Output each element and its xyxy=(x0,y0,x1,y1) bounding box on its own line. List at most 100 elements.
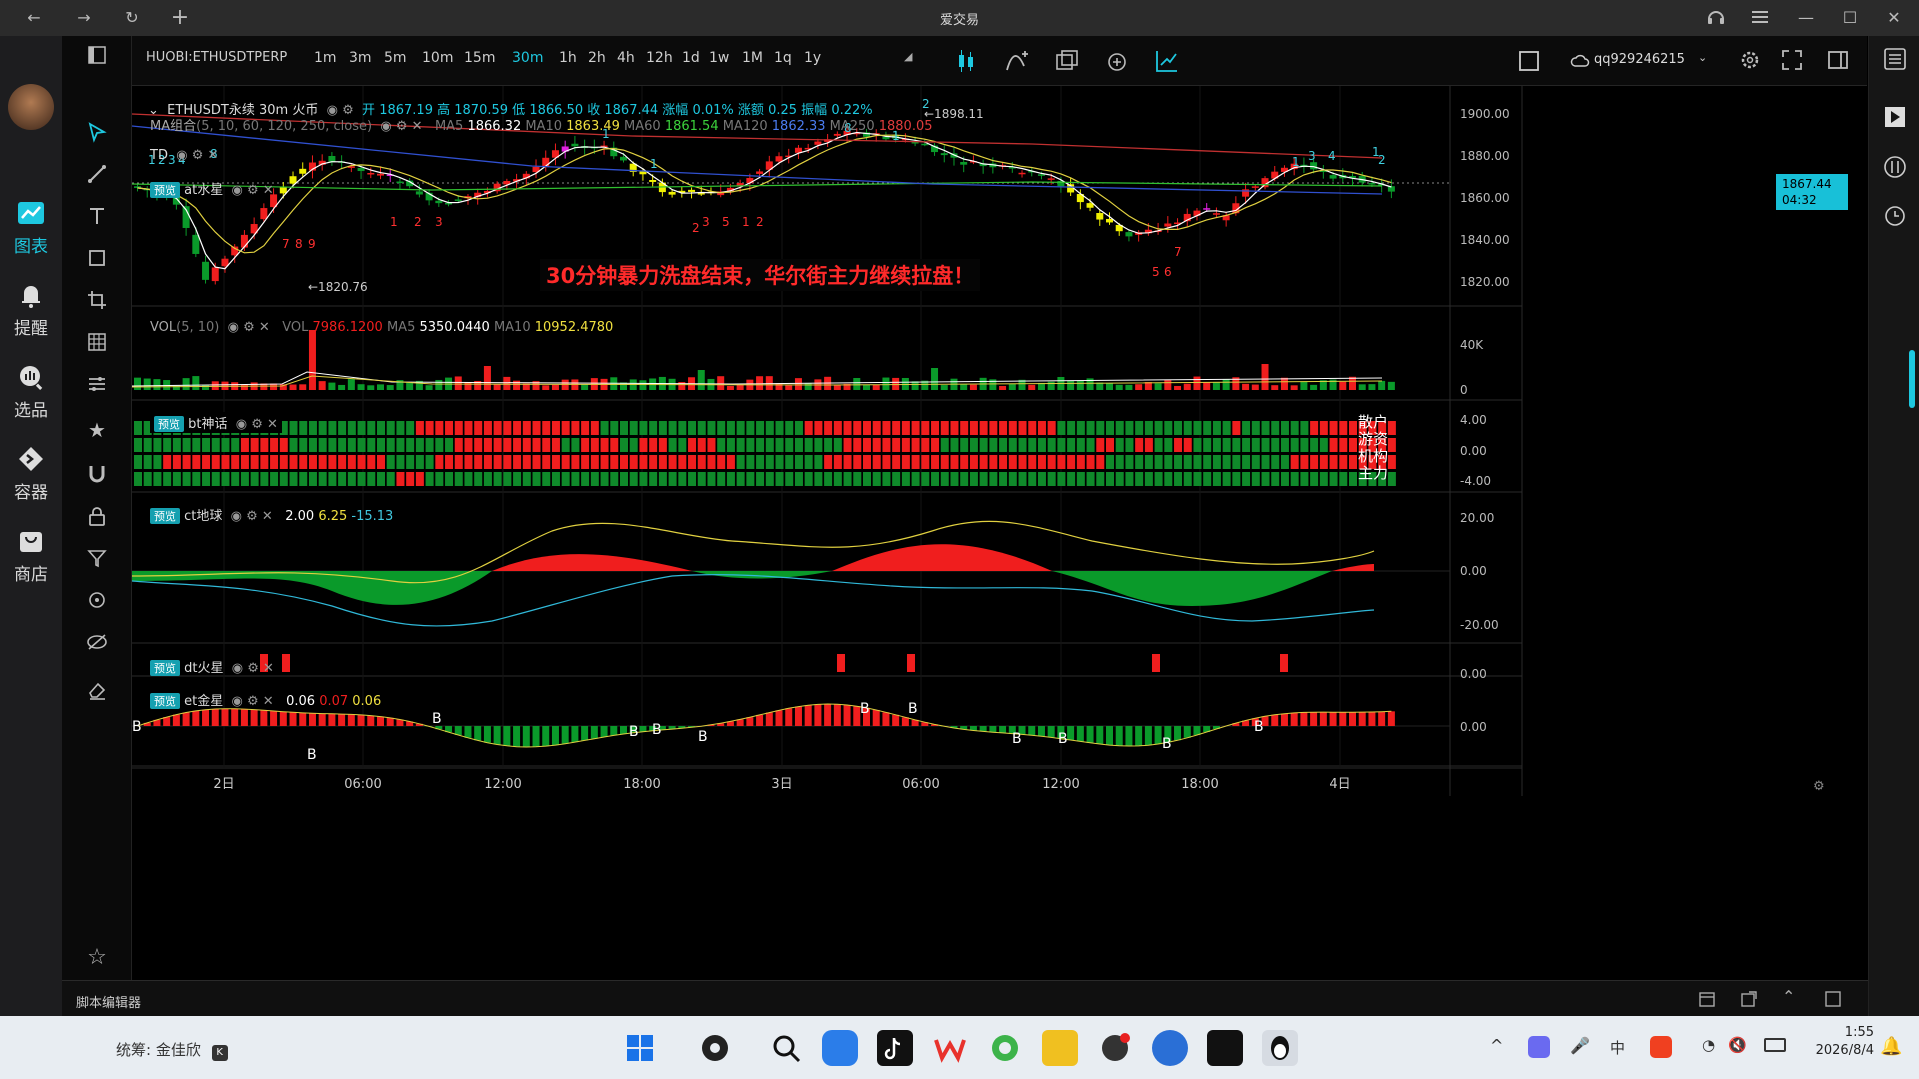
rail-item-container[interactable]: 容器 xyxy=(0,444,62,503)
clock-icon[interactable] xyxy=(1882,202,1908,232)
timeframe-1q[interactable]: 1q xyxy=(774,50,792,66)
timeframe-30m[interactable]: 30m xyxy=(512,50,543,66)
timeframe-1y[interactable]: 1y xyxy=(804,50,821,66)
crop-icon[interactable] xyxy=(62,286,132,322)
chevron-up-icon[interactable]: ⌃ xyxy=(1782,987,1795,1006)
trade-icon[interactable] xyxy=(1882,154,1908,184)
trendline-icon[interactable] xyxy=(62,160,132,196)
grid-icon[interactable] xyxy=(62,328,132,364)
eye-icon[interactable]: ◉ xyxy=(376,119,391,134)
magnet-icon[interactable] xyxy=(62,460,132,496)
layout-icon[interactable] xyxy=(62,40,132,76)
k-app-icon[interactable] xyxy=(1152,1030,1188,1066)
fullscreen-box-icon[interactable] xyxy=(1518,50,1540,76)
eye-icon[interactable]: ◉ ⚙ ✕ xyxy=(227,509,282,524)
menu-icon[interactable] xyxy=(1748,6,1772,30)
tiktok-icon[interactable] xyxy=(877,1030,913,1066)
symbol-selector[interactable]: HUOBI:ETHUSDTPERP xyxy=(146,50,287,65)
rail-item-select[interactable]: 选品 xyxy=(0,362,62,421)
target-icon[interactable] xyxy=(62,586,132,622)
timeframe-12h[interactable]: 12h xyxy=(646,50,673,66)
browser-icon[interactable] xyxy=(987,1030,1023,1066)
user-menu[interactable]: qq929246215 ⌄ xyxy=(1570,48,1720,74)
minimize-button[interactable]: — xyxy=(1794,6,1818,30)
close-icon[interactable]: ✕ xyxy=(412,119,431,134)
calendar-icon[interactable] xyxy=(1698,990,1716,1012)
search-icon[interactable] xyxy=(768,1030,804,1066)
rail-item-alert[interactable]: 提醒 xyxy=(0,280,62,339)
notification-bell-icon[interactable]: 🔔 xyxy=(1880,1036,1902,1057)
maximize-button[interactable]: ☐ xyxy=(1838,6,1862,30)
panel-toggle-icon[interactable] xyxy=(1826,48,1850,76)
timeframe-1h[interactable]: 1h xyxy=(559,50,577,66)
rail-item-store[interactable]: 商店 xyxy=(0,526,62,585)
rail-item-chart[interactable]: 图表 xyxy=(0,198,62,257)
filter-icon[interactable] xyxy=(62,544,132,580)
watchlist-icon[interactable] xyxy=(1882,46,1908,76)
timeframe-5m[interactable]: 5m xyxy=(384,50,407,66)
eye-icon[interactable]: ◉ ⚙ ✕ xyxy=(224,320,279,335)
chart-line-icon[interactable] xyxy=(1154,48,1180,78)
taskbar-widget-text[interactable]: 统筹: 金佳欣 K xyxy=(116,1039,228,1061)
candle-type-icon[interactable] xyxy=(954,48,978,78)
text-tool-icon[interactable] xyxy=(62,202,132,238)
wifi-icon[interactable]: ◔ xyxy=(1702,1036,1715,1054)
timeframe-1m[interactable]: 1m xyxy=(314,50,337,66)
maximize-panel-icon[interactable] xyxy=(1824,990,1842,1012)
eye-off-icon[interactable] xyxy=(62,628,132,664)
lines-icon[interactable] xyxy=(62,370,132,406)
timeframe-1M[interactable]: 1M xyxy=(742,50,763,66)
eye-icon[interactable]: ◉ ⚙ ✕ xyxy=(232,417,278,432)
ai-tray-icon[interactable] xyxy=(1528,1036,1550,1058)
chart-annotation[interactable]: 30分钟暴力洗盘结束，华尔街主力继续拉盘！ xyxy=(540,259,981,291)
compare-icon[interactable] xyxy=(1054,48,1080,78)
timeframe-2h[interactable]: 2h xyxy=(588,50,606,66)
camera-app-icon[interactable] xyxy=(1097,1030,1133,1066)
qq-icon[interactable] xyxy=(1262,1030,1298,1066)
timeframe-1w[interactable]: 1w xyxy=(709,50,729,66)
avatar[interactable] xyxy=(8,84,54,130)
start-icon[interactable] xyxy=(622,1030,658,1066)
timeframe-dropdown-icon[interactable]: ◢ xyxy=(904,50,912,63)
rectangle-icon[interactable] xyxy=(62,244,132,280)
script-editor-tab[interactable]: 脚本编辑器 xyxy=(76,992,141,1011)
volume-muted-icon[interactable]: 🔇 xyxy=(1728,1036,1747,1054)
chart-area[interactable]: 1920.001900.001880.001860.001840.001820.… xyxy=(132,86,1868,980)
timeframe-1d[interactable]: 1d xyxy=(682,50,700,66)
lock-icon[interactable] xyxy=(62,502,132,538)
timeframe-15m[interactable]: 15m xyxy=(464,50,495,66)
timeframe-10m[interactable]: 10m xyxy=(422,50,453,66)
security-tray-icon[interactable] xyxy=(1650,1036,1672,1058)
popout-icon[interactable] xyxy=(1740,990,1758,1012)
cursor-icon[interactable] xyxy=(62,118,132,154)
ime-indicator[interactable]: 中 xyxy=(1610,1037,1625,1058)
headset-icon[interactable] xyxy=(1704,6,1728,30)
clock[interactable]: 1:55 2026/8/4 xyxy=(1798,1024,1874,1060)
eye-icon[interactable]: ◉ ⚙ ✕ xyxy=(227,694,282,709)
qc-app-icon[interactable] xyxy=(1207,1030,1243,1066)
scrollbar[interactable] xyxy=(1909,350,1915,408)
indicator-icon[interactable] xyxy=(1004,48,1030,78)
gear-icon[interactable]: ⚙ xyxy=(396,119,408,134)
code-app-icon[interactable] xyxy=(1042,1030,1078,1066)
alarm-add-icon[interactable] xyxy=(1104,48,1130,78)
close-button[interactable]: ✕ xyxy=(1882,6,1906,30)
settings-icon[interactable] xyxy=(1738,48,1762,76)
timeframe-3m[interactable]: 3m xyxy=(349,50,372,66)
pinwheel-app-icon[interactable] xyxy=(697,1030,733,1066)
expand-icon[interactable] xyxy=(1780,48,1804,76)
favorite-icon[interactable]: ☆ xyxy=(62,940,132,976)
eye-icon[interactable]: ◉ ⚙ ✕ xyxy=(172,148,218,163)
play-icon[interactable] xyxy=(1882,104,1908,134)
microphone-icon[interactable]: 🎤 xyxy=(1570,1036,1590,1055)
wps-icon[interactable] xyxy=(932,1030,968,1066)
axis-settings-icon[interactable]: ⚙ xyxy=(1813,779,1825,794)
eye-icon[interactable]: ◉ ⚙ ✕ xyxy=(228,661,274,676)
tray-overflow[interactable]: ^ xyxy=(1490,1036,1503,1055)
timeframe-4h[interactable]: 4h xyxy=(617,50,635,66)
eraser-icon[interactable] xyxy=(62,676,132,712)
battery-icon[interactable] xyxy=(1764,1038,1786,1052)
star-icon[interactable]: ★ xyxy=(62,412,132,448)
chat-app-icon[interactable] xyxy=(822,1030,858,1066)
eye-icon[interactable]: ◉ ⚙ ✕ xyxy=(227,183,273,198)
